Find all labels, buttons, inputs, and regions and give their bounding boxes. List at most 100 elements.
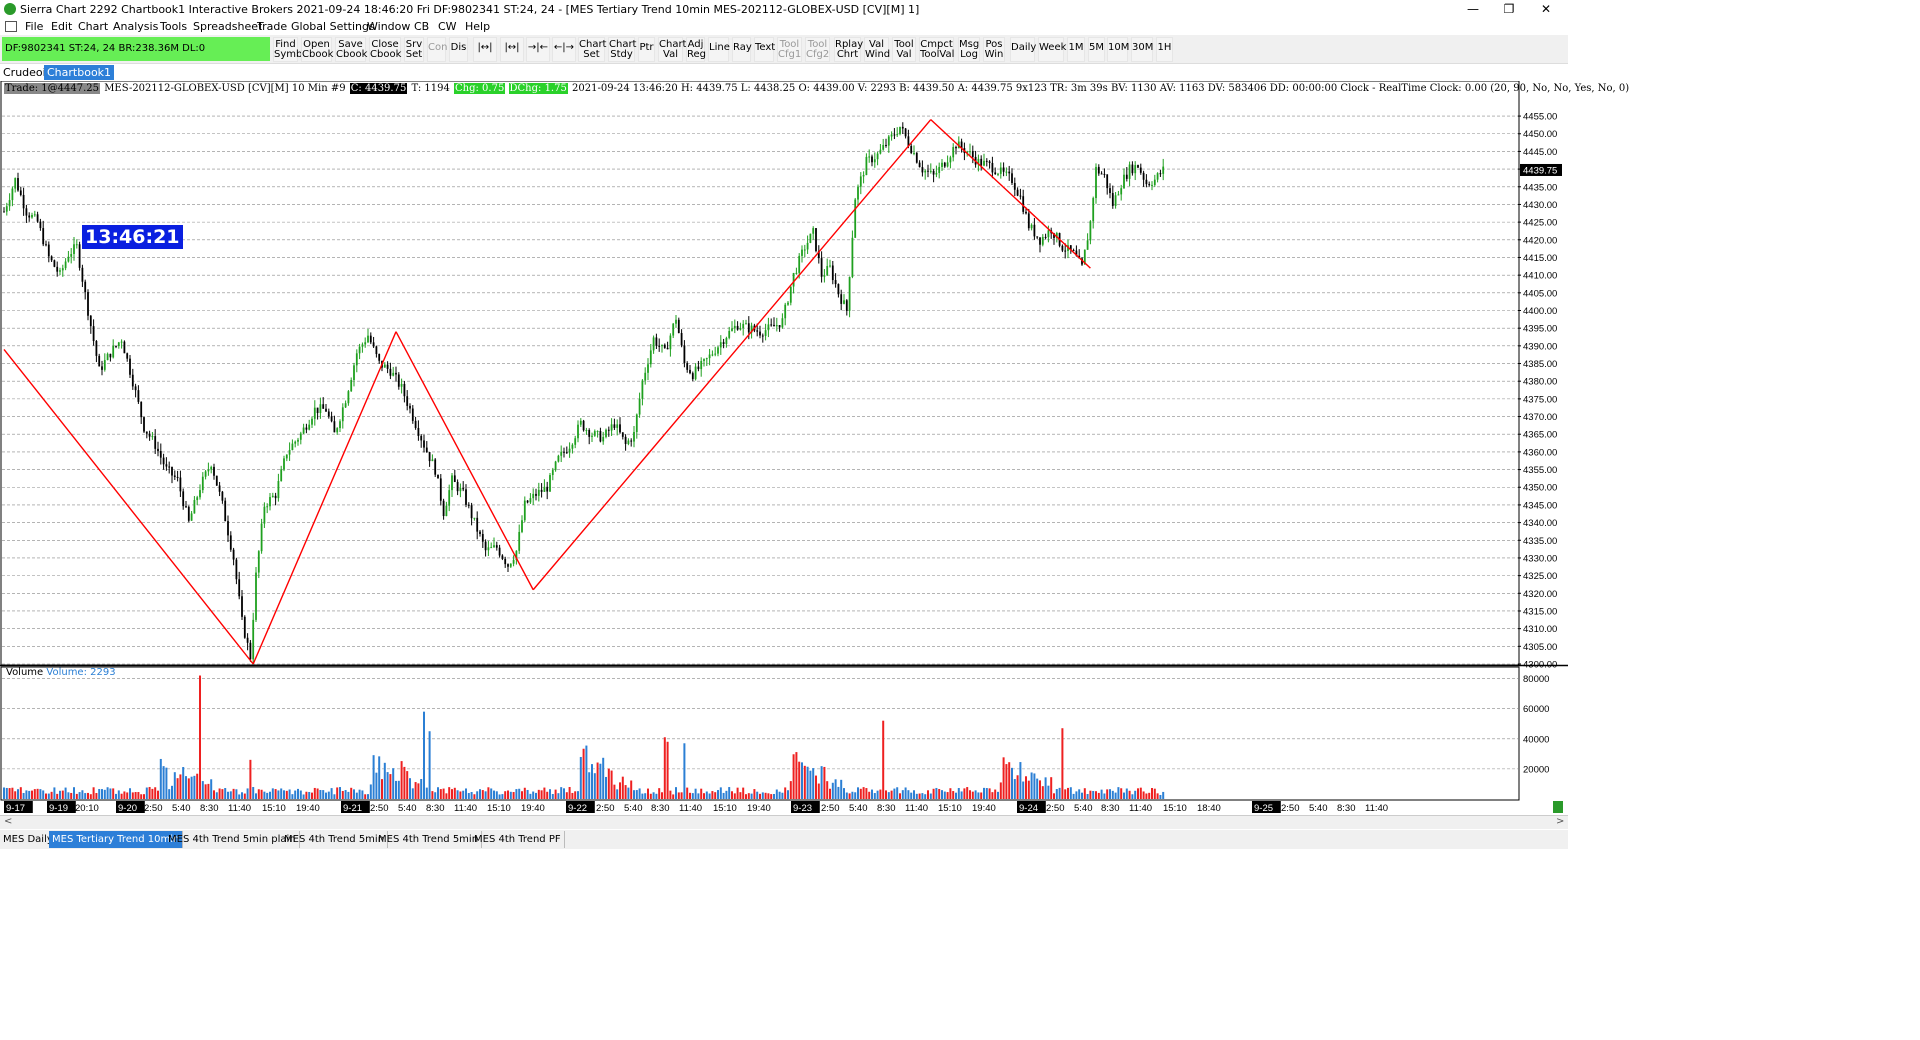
candle-body: [316, 407, 319, 414]
volume-bar: [182, 767, 185, 799]
menu-analysis[interactable]: Analysis: [113, 20, 158, 33]
chart-area[interactable]: 4455.004450.004445.004440.004435.004430.…: [0, 81, 1629, 815]
toolbar-button-27[interactable]: Daily: [1010, 37, 1036, 62]
date-label: 9-24: [1019, 803, 1038, 814]
volume-bar: [675, 787, 677, 799]
candle-body: [1092, 198, 1095, 222]
chart-window-icon[interactable]: [5, 21, 17, 32]
chart-tab-4[interactable]: MES 4th Trend 5min: [375, 831, 483, 848]
toolbar-button-18[interactable]: Text: [754, 37, 775, 62]
candle-body: [285, 454, 288, 459]
menu-trade[interactable]: Trade: [257, 20, 287, 33]
volume-bar: [663, 737, 666, 799]
menu-file[interactable]: File: [25, 20, 43, 33]
price-chart[interactable]: 4455.004450.004445.004440.004435.004430.…: [0, 81, 1568, 815]
toolbar-button-26[interactable]: Pos Win: [983, 37, 1005, 62]
volume-bar: [131, 792, 134, 799]
volume-bar: [630, 780, 633, 799]
menu-tools[interactable]: Tools: [160, 20, 187, 33]
toolbar-button-6[interactable]: Dis: [449, 37, 468, 62]
candle-body: [641, 380, 644, 399]
menu-chart[interactable]: Chart: [78, 20, 108, 33]
toolbar-button-24[interactable]: Cmpct ToolVal: [919, 37, 954, 62]
toolbar-button-30[interactable]: 5M: [1088, 37, 1105, 62]
menu-cw[interactable]: CW: [438, 20, 457, 33]
menu-spreadsheet[interactable]: Spreadsheet: [193, 20, 262, 33]
toolbar-button-5[interactable]: Con: [427, 37, 447, 62]
toolbar-button-32[interactable]: 30M: [1131, 37, 1153, 62]
chart-tab-2[interactable]: MES 4th Trend 5min plain: [165, 831, 300, 848]
toolbar-button-1[interactable]: Open Cbook: [301, 37, 333, 62]
time-label: 18:40: [1197, 803, 1221, 814]
toolbar-button-7[interactable]: |↔|: [473, 37, 497, 62]
volume-bar: [1044, 777, 1047, 799]
toolbar-button-12[interactable]: Chart Stdy: [608, 37, 636, 62]
chart-tab-3[interactable]: MES 4th Trend 5min: [281, 831, 389, 848]
toolbar-button-22[interactable]: Val Wind: [864, 37, 890, 62]
scroll-right-icon[interactable]: >: [1556, 816, 1564, 827]
time-label: 2:50: [596, 803, 615, 814]
volume-bar: [47, 793, 50, 799]
candle-body: [770, 324, 773, 326]
candle-body: [675, 319, 677, 324]
candle-body: [221, 491, 224, 501]
candle-body: [767, 324, 770, 331]
volume-bar: [1019, 762, 1022, 799]
volume-bar: [554, 789, 557, 799]
chart-tab-5[interactable]: MES 4th Trend PF: [471, 831, 565, 848]
toolbar-button-3[interactable]: Close Cbook: [369, 37, 401, 62]
toolbar-button-0[interactable]: Find Symb: [273, 37, 302, 62]
toolbar-button-13[interactable]: Ptr: [638, 37, 655, 62]
volume-bar: [45, 793, 47, 799]
price-tick-label: 4405.00: [1523, 288, 1557, 299]
candle-body: [537, 489, 540, 496]
toolbar-button-2[interactable]: Save Cbook: [335, 37, 367, 62]
chart-tab-1[interactable]: MES Tertiary Trend 10min: [49, 831, 184, 848]
toolbar-button-19[interactable]: Tool Cfg1: [777, 37, 802, 62]
close-button[interactable]: ✕: [1531, 1, 1561, 17]
toolbar-button-10[interactable]: ←|→: [552, 37, 576, 62]
candle-body: [605, 429, 607, 437]
toolbar-button-20[interactable]: Tool Cfg2: [805, 37, 830, 62]
toolbar-button-21[interactable]: Rplay Chrt: [834, 37, 863, 62]
toolbar-button-33[interactable]: 1H: [1156, 37, 1173, 62]
minimize-button[interactable]: —: [1458, 1, 1488, 17]
menu-edit[interactable]: Edit: [51, 20, 72, 33]
time-label: 8:30: [651, 803, 670, 814]
toolbar-button-23[interactable]: Tool Val: [892, 37, 916, 62]
restore-button[interactable]: ❐: [1494, 1, 1524, 17]
candle-body: [291, 443, 294, 450]
chartbook-tab-chartbook1[interactable]: Chartbook1: [44, 65, 115, 80]
scroll-left-icon[interactable]: <: [4, 816, 12, 827]
toolbar-button-8[interactable]: |↔|: [500, 37, 524, 62]
toolbar-button-4[interactable]: Srv Set: [404, 37, 424, 62]
volume-bar: [540, 790, 543, 799]
toolbar-button-17[interactable]: Ray: [732, 37, 752, 62]
toolbar-button-9[interactable]: →|←: [526, 37, 550, 62]
candle-body: [243, 616, 246, 638]
toolbar-button-25[interactable]: Msg Log: [958, 37, 980, 62]
candle-body: [885, 144, 887, 146]
toolbar-button-11[interactable]: Chart Set: [578, 37, 606, 62]
menu-help[interactable]: Help: [465, 20, 490, 33]
price-tick-label: 4340.00: [1523, 518, 1557, 529]
toolbar-button-31[interactable]: 10M: [1107, 37, 1129, 62]
horizontal-scrollbar[interactable]: < >: [0, 815, 1568, 829]
candle-body: [719, 342, 722, 348]
toolbar-button-14[interactable]: Chart Val: [658, 37, 686, 62]
toolbar-button-16[interactable]: Line: [708, 37, 730, 62]
menu-cb[interactable]: CB: [414, 20, 429, 33]
toolbar-button-15[interactable]: Adj Reg: [686, 37, 706, 62]
volume-bar: [1083, 788, 1086, 799]
candle-body: [593, 431, 596, 436]
toolbar-button-28[interactable]: Week: [1038, 37, 1066, 62]
time-label: 11:40: [1129, 803, 1152, 814]
candle-body: [764, 330, 767, 336]
menu-window[interactable]: Window: [367, 20, 410, 33]
volume-bar: [949, 788, 952, 799]
volume-bar: [434, 792, 437, 799]
volume-bar: [1114, 792, 1117, 799]
candle-body: [1111, 193, 1114, 206]
menu-global-settings[interactable]: Global Settings: [291, 20, 375, 33]
toolbar-button-29[interactable]: 1M: [1067, 37, 1085, 62]
